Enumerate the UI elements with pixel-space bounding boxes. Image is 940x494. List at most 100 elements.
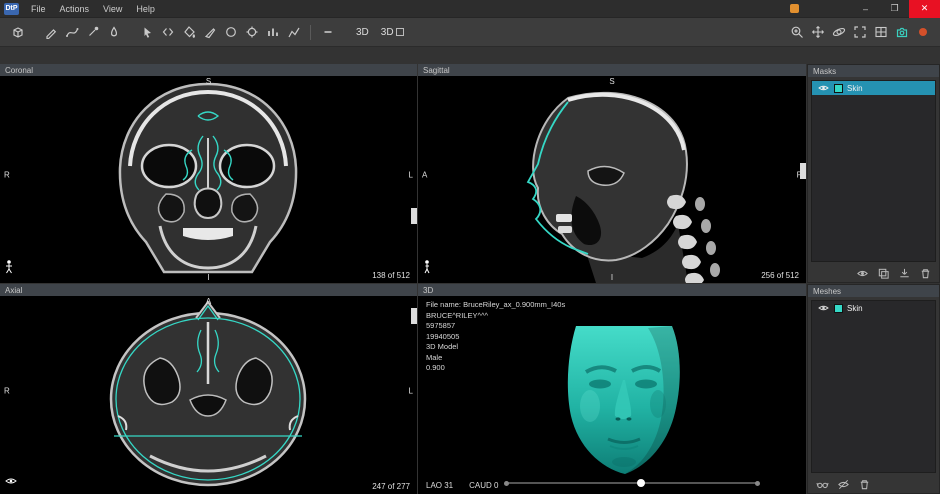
menu-actions[interactable]: Actions <box>53 0 97 17</box>
crosshair-icon[interactable] <box>241 22 262 43</box>
viewport-sagittal-header: Sagittal <box>418 64 806 76</box>
coronal-ct-image <box>0 76 417 283</box>
camera-caud-value: CAUD 0 <box>469 481 498 490</box>
close-button[interactable]: ✕ <box>909 0 940 18</box>
visibility-icon[interactable] <box>816 301 830 315</box>
orientation-label-inferior: I <box>207 273 209 282</box>
orientation-label-left: L <box>409 171 413 180</box>
masks-panel-header: Masks <box>808 65 939 77</box>
orientation-label-superior: S <box>206 77 211 86</box>
viewport-3d-scene[interactable]: File name: BruceRiley_ax_0.900mm_I40s BR… <box>418 296 806 494</box>
meshes-list: Skin <box>811 300 936 473</box>
zoom-in-icon[interactable] <box>786 22 807 43</box>
spline-draw-icon[interactable] <box>61 22 82 43</box>
visibility-off-icon[interactable] <box>836 478 850 492</box>
view-3d-button[interactable]: 3D <box>350 22 375 43</box>
fill-icon[interactable] <box>178 22 199 43</box>
view-3d-alt-label: 3D <box>381 27 394 38</box>
viewport-sagittal-image[interactable]: S A P I 256 of 512 <box>418 76 806 283</box>
info-patient-name: BRUCE^RILEY^^^ <box>426 311 565 322</box>
levels-icon[interactable] <box>262 22 283 43</box>
zoom-fit-icon[interactable] <box>849 22 870 43</box>
axial-scroll-thumb[interactable] <box>411 308 417 324</box>
orientation-label-left: L <box>409 387 413 396</box>
sidebar: Masks Skin <box>807 64 940 494</box>
info-model-type: 3D Model <box>426 342 565 353</box>
toolbar-right-group <box>786 22 933 43</box>
viewport-sagittal-title: Sagittal <box>423 66 450 75</box>
axial-orientation-eye-icon <box>5 472 17 490</box>
view-3d-alt-button[interactable]: 3D <box>375 22 410 43</box>
screenshot-icon[interactable] <box>891 22 912 43</box>
glasses-icon[interactable] <box>815 478 829 492</box>
knife-icon[interactable] <box>199 22 220 43</box>
slider-right-end[interactable] <box>755 481 760 486</box>
coronal-scroll-thumb[interactable] <box>411 208 417 224</box>
orientation-label-anterior: A <box>206 297 211 306</box>
viewport-coronal: Coronal <box>0 64 417 283</box>
visibility-icon[interactable] <box>855 267 869 281</box>
viewport-axial-header: Axial <box>0 284 417 296</box>
printer-box-icon[interactable] <box>7 22 28 43</box>
visibility-icon[interactable] <box>816 81 830 95</box>
orbit-icon[interactable] <box>828 22 849 43</box>
viewport-coronal-header: Coronal <box>0 64 417 76</box>
info-birth-date: 19940505 <box>426 332 565 343</box>
menu-file[interactable]: File <box>24 0 53 17</box>
dicom-info-overlay: File name: BruceRiley_ax_0.900mm_I40s BR… <box>426 300 565 374</box>
rotation-slider[interactable] <box>506 482 758 484</box>
meshes-panel-toolbar <box>808 476 939 493</box>
orientation-label-right: R <box>4 387 10 396</box>
sagittal-scroll-thumb[interactable] <box>800 163 806 179</box>
notification-icon[interactable] <box>790 4 799 13</box>
maximize-button[interactable]: ❐ <box>880 0 909 18</box>
axial-slice-counter: 247 of 277 <box>372 482 410 491</box>
orientation-label-inferior: I <box>611 273 613 282</box>
slider-left-end[interactable] <box>504 481 509 486</box>
mask-item-skin[interactable]: Skin <box>812 81 935 95</box>
body-orientation-figure-icon <box>423 260 431 279</box>
menu-help[interactable]: Help <box>129 0 162 17</box>
viewport-coronal-image[interactable]: S R L I 138 of 512 <box>0 76 417 283</box>
brush-icon[interactable] <box>82 22 103 43</box>
orientation-label-superior: S <box>609 77 614 86</box>
info-slice-thickness: 0.900 <box>426 363 565 374</box>
mask-item-label: Skin <box>847 84 863 93</box>
coronal-slice-counter: 138 of 512 <box>372 271 410 280</box>
mesh-item-skin[interactable]: Skin <box>812 301 935 315</box>
freehand-draw-icon[interactable] <box>40 22 61 43</box>
layout-icon[interactable] <box>870 22 891 43</box>
flip-icon[interactable] <box>157 22 178 43</box>
droplet-icon[interactable] <box>103 22 124 43</box>
viewport-3d: 3D <box>418 284 806 494</box>
minimize-button[interactable]: – <box>851 0 880 18</box>
mask-color-chip[interactable] <box>834 84 843 93</box>
pan-icon[interactable] <box>807 22 828 43</box>
delete-icon[interactable] <box>857 478 871 492</box>
viewport-axial-image[interactable]: A R L 247 of 277 <box>0 296 417 494</box>
masks-panel-title: Masks <box>813 67 836 76</box>
masks-panel-toolbar <box>808 265 939 282</box>
delete-icon[interactable] <box>918 267 932 281</box>
histogram-icon[interactable] <box>283 22 304 43</box>
body-orientation-figure-icon <box>5 260 13 279</box>
meshes-panel-title: Meshes <box>813 287 841 296</box>
circle-tool-icon[interactable] <box>220 22 241 43</box>
menu-view[interactable]: View <box>96 0 129 17</box>
duplicate-icon[interactable] <box>876 267 890 281</box>
toolbar-separator <box>310 25 311 40</box>
slider-thumb[interactable] <box>637 479 645 487</box>
meshes-panel-header: Meshes <box>808 285 939 297</box>
orientation-label-right: R <box>4 171 10 180</box>
mesh-color-chip[interactable] <box>834 304 843 313</box>
cursor-icon[interactable] <box>136 22 157 43</box>
toolbar: 3D 3D <box>0 18 940 47</box>
minus-icon[interactable] <box>317 22 338 43</box>
viewport-axial: Axial A R <box>0 284 417 494</box>
app-logo: DtP <box>4 3 19 15</box>
viewport-axial-title: Axial <box>5 286 22 295</box>
orientation-label-anterior: A <box>422 171 427 180</box>
record-icon[interactable] <box>912 22 933 43</box>
masks-panel: Masks Skin <box>807 64 940 283</box>
export-icon[interactable] <box>897 267 911 281</box>
